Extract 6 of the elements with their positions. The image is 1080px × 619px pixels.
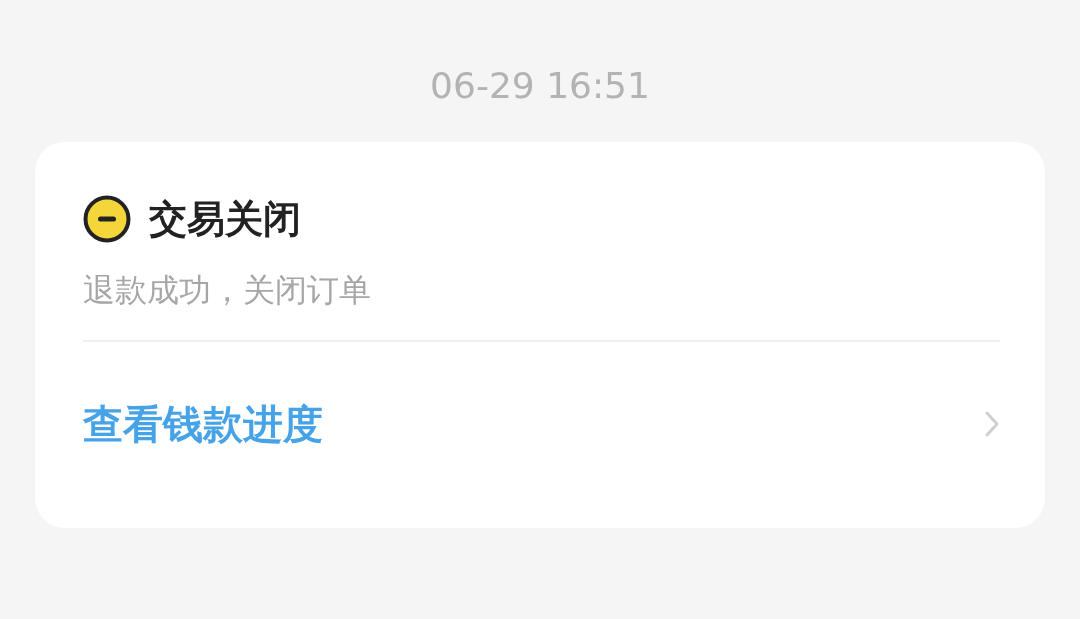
- minus-circle-icon: [83, 195, 131, 243]
- view-refund-progress-link[interactable]: 查看钱款进度: [83, 398, 323, 450]
- timestamp: 06-29 16:51: [430, 64, 650, 108]
- status-description: 退款成功，关闭订单: [83, 270, 372, 311]
- status-title: 交易关闭: [149, 196, 301, 243]
- chevron-right-icon: [984, 410, 1000, 438]
